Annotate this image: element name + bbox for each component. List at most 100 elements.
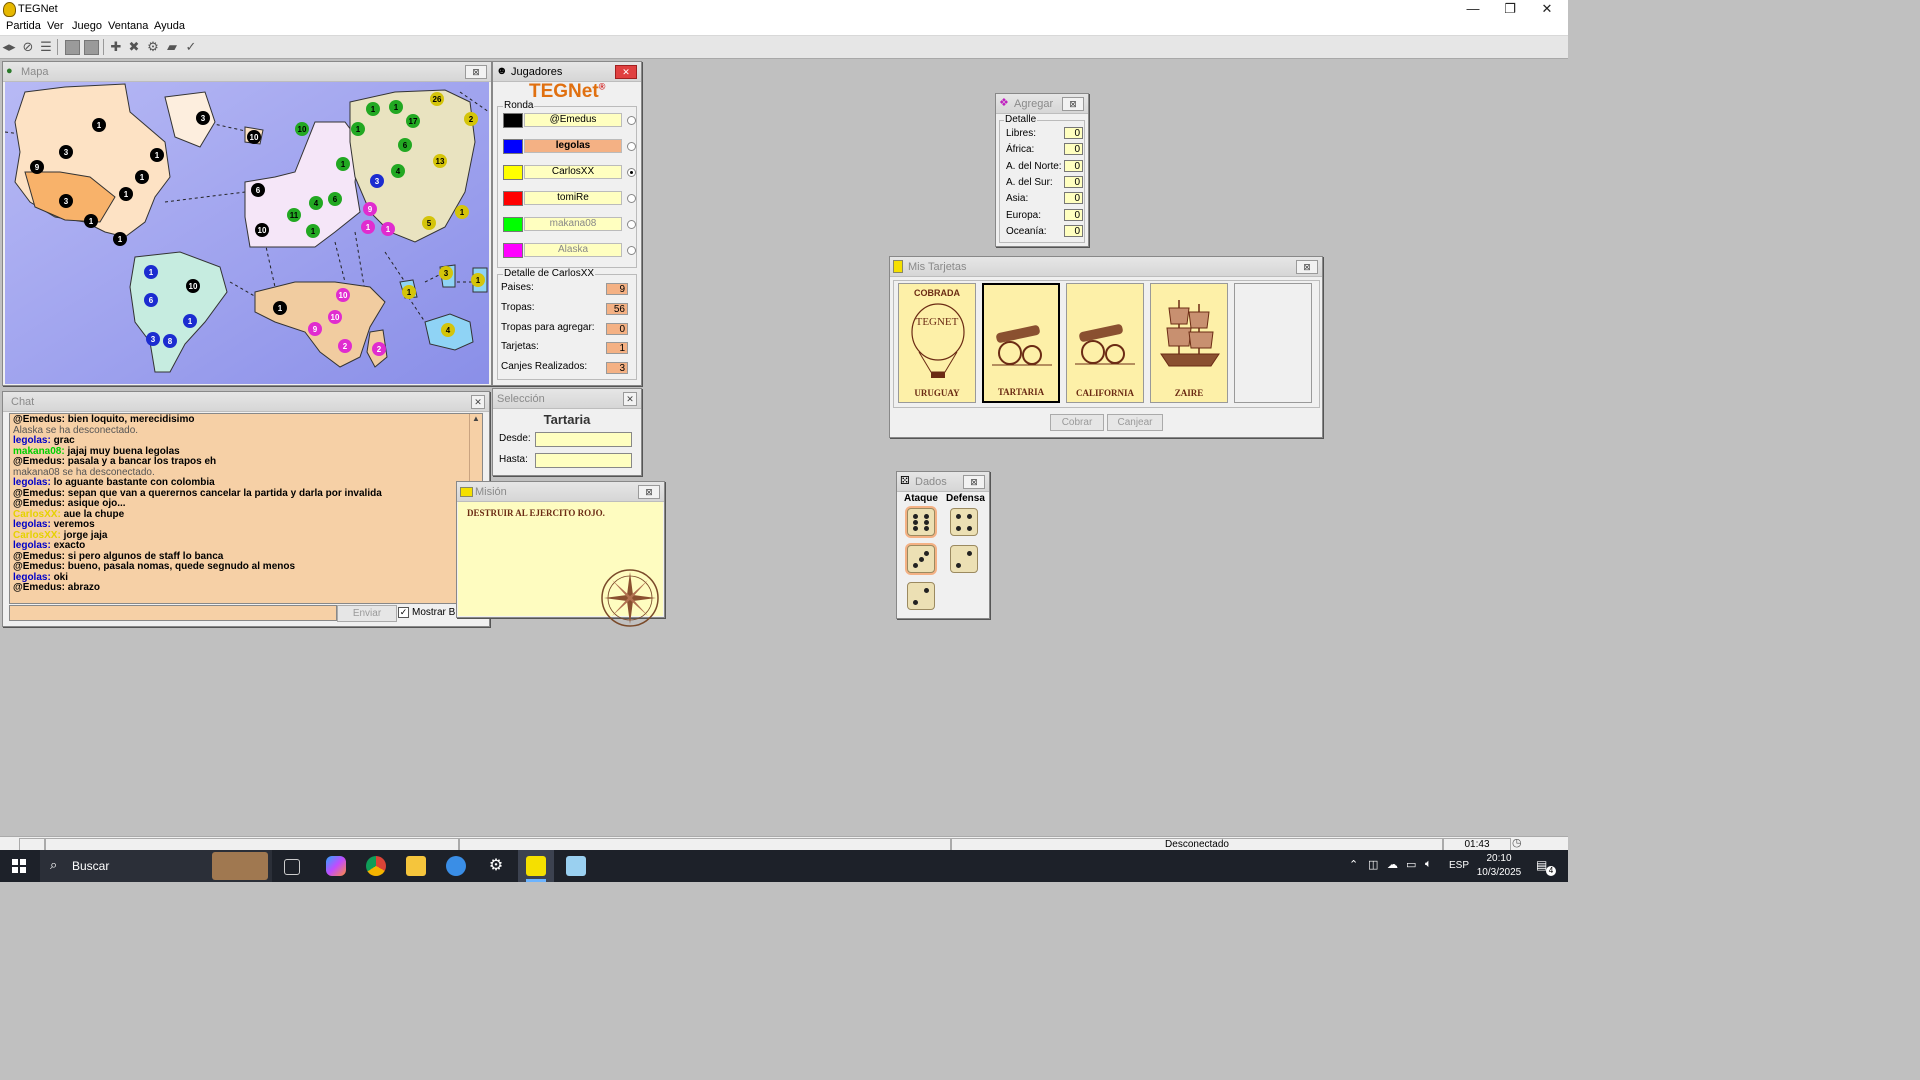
army-marker[interactable]: 2 <box>338 339 352 353</box>
army-marker[interactable]: 1 <box>336 157 350 171</box>
menu-ver[interactable]: Ver <box>47 20 64 32</box>
restore-button[interactable]: ❐ <box>1492 2 1528 16</box>
tray-meet-icon[interactable]: ◫ <box>1368 858 1378 871</box>
chat-log[interactable]: @Emedus: bien loquito, merecidisimo Alask… <box>9 413 483 604</box>
scroll-up-icon[interactable]: ▲ <box>470 414 482 423</box>
send-button[interactable]: Enviar <box>337 605 397 622</box>
army-marker[interactable]: 2 <box>372 342 386 356</box>
army-marker[interactable]: 9 <box>30 160 44 174</box>
chat-window-close-button[interactable]: ✕ <box>471 395 485 409</box>
army-marker[interactable]: 2 <box>464 112 478 126</box>
tray-chevron-icon[interactable]: ⌃ <box>1349 858 1358 871</box>
army-marker[interactable]: 3 <box>59 194 73 208</box>
start-icon[interactable] <box>65 40 80 55</box>
army-marker[interactable]: 1 <box>389 100 403 114</box>
army-marker[interactable]: 1 <box>455 205 469 219</box>
menu-juego[interactable]: Juego <box>72 20 102 32</box>
army-marker[interactable]: 1 <box>366 102 380 116</box>
taskbar-clock[interactable]: 20:10 <box>1476 853 1522 864</box>
list-icon[interactable]: ☰ <box>38 39 54 55</box>
from-field[interactable] <box>535 432 632 447</box>
language-indicator[interactable]: ESP <box>1449 860 1469 871</box>
army-marker[interactable]: 6 <box>144 293 158 307</box>
canjear-button[interactable]: Canjear <box>1107 414 1163 431</box>
menu-ayuda[interactable]: Ayuda <box>154 20 185 32</box>
army-marker[interactable]: 1 <box>361 220 375 234</box>
army-marker[interactable]: 4 <box>441 323 455 337</box>
menu-partida[interactable]: Partida <box>6 20 41 32</box>
army-marker[interactable]: 3 <box>146 332 160 346</box>
stop-icon[interactable] <box>84 40 99 55</box>
army-marker[interactable]: 1 <box>471 273 485 287</box>
army-marker[interactable]: 1 <box>381 222 395 236</box>
players-window-close-button[interactable]: ✕ <box>615 65 637 79</box>
map-window-close-button[interactable]: ⊠ <box>465 65 487 79</box>
army-marker[interactable]: 10 <box>328 310 342 324</box>
country-card[interactable]: CALIFORNIA <box>1066 283 1144 403</box>
player-radio[interactable] <box>627 220 636 229</box>
network-icon[interactable]: ▭ <box>1406 858 1416 871</box>
minimize-button[interactable]: — <box>1455 2 1491 16</box>
army-marker[interactable]: 1 <box>113 232 127 246</box>
regroup-icon[interactable]: ⚙ <box>145 39 161 55</box>
army-marker[interactable]: 6 <box>328 192 342 206</box>
end-turn-icon[interactable]: ✓ <box>183 39 199 55</box>
volume-icon[interactable]: 🔈︎ <box>1425 858 1432 871</box>
army-marker[interactable]: 5 <box>422 216 436 230</box>
app-icon-blue[interactable] <box>446 856 466 876</box>
army-marker[interactable]: 6 <box>251 183 265 197</box>
army-marker[interactable]: 8 <box>163 334 177 348</box>
menu-ventana[interactable]: Ventana <box>108 20 148 32</box>
connect-icon[interactable]: ◂▸ <box>1 39 17 55</box>
player-row[interactable]: Alaska <box>503 243 636 258</box>
army-marker[interactable]: 10 <box>336 288 350 302</box>
army-marker[interactable]: 10 <box>186 279 200 293</box>
player-row[interactable]: legolas <box>503 139 636 154</box>
mission-window-close-button[interactable]: ⊠ <box>638 485 660 499</box>
army-marker[interactable]: 1 <box>183 314 197 328</box>
army-marker[interactable]: 17 <box>406 114 420 128</box>
file-explorer-icon[interactable] <box>406 856 426 876</box>
card-icon[interactable]: ▰ <box>164 39 180 55</box>
player-radio[interactable] <box>627 168 636 177</box>
army-marker[interactable]: 11 <box>287 208 301 222</box>
army-marker[interactable]: 6 <box>398 138 412 152</box>
taskbar-search[interactable]: ⌕ Buscar <box>40 850 272 882</box>
army-marker[interactable]: 1 <box>119 187 133 201</box>
army-marker[interactable]: 1 <box>273 301 287 315</box>
army-marker[interactable]: 3 <box>370 174 384 188</box>
world-map[interactable]: 1 3 9 1 1 1 3 1 1 3 10 6 10 10 1 1 6 1 3… <box>5 82 489 384</box>
army-marker[interactable]: 1 <box>84 214 98 228</box>
notepad-icon[interactable] <box>566 856 586 876</box>
chat-input[interactable] <box>9 605 337 621</box>
army-marker[interactable]: 3 <box>196 111 210 125</box>
player-radio[interactable] <box>627 194 636 203</box>
add-troops-icon[interactable]: ✚ <box>108 39 124 55</box>
cards-window-close-button[interactable]: ⊠ <box>1296 260 1318 274</box>
dice-window-close-button[interactable]: ⊠ <box>963 475 985 489</box>
army-marker[interactable]: 10 <box>295 122 309 136</box>
player-radio[interactable] <box>627 116 636 125</box>
taskbar-date[interactable]: 10/3/2025 <box>1476 867 1522 878</box>
army-marker[interactable]: 1 <box>150 148 164 162</box>
disconnect-icon[interactable]: ⊘ <box>20 39 36 55</box>
player-radio[interactable] <box>627 142 636 151</box>
player-row[interactable]: CarlosXX <box>503 165 636 180</box>
country-card[interactable]: ZAIRE <box>1150 283 1228 403</box>
army-marker[interactable]: 4 <box>309 196 323 210</box>
army-marker[interactable]: 1 <box>92 118 106 132</box>
army-marker[interactable]: 1 <box>306 224 320 238</box>
army-marker[interactable]: 4 <box>391 164 405 178</box>
army-marker[interactable]: 13 <box>433 154 447 168</box>
player-row[interactable]: makana08 <box>503 217 636 232</box>
onedrive-icon[interactable]: ☁ <box>1387 858 1398 871</box>
army-marker[interactable]: 3 <box>439 266 453 280</box>
agregar-window-close-button[interactable]: ⊠ <box>1062 97 1084 111</box>
army-marker[interactable]: 9 <box>308 322 322 336</box>
attack-icon[interactable]: ✖ <box>126 39 142 55</box>
army-marker[interactable]: 1 <box>402 285 416 299</box>
task-view-icon[interactable] <box>284 859 300 875</box>
tegnet-taskbar-item[interactable] <box>518 850 554 882</box>
army-marker[interactable]: 10 <box>255 223 269 237</box>
army-marker[interactable]: 1 <box>135 170 149 184</box>
